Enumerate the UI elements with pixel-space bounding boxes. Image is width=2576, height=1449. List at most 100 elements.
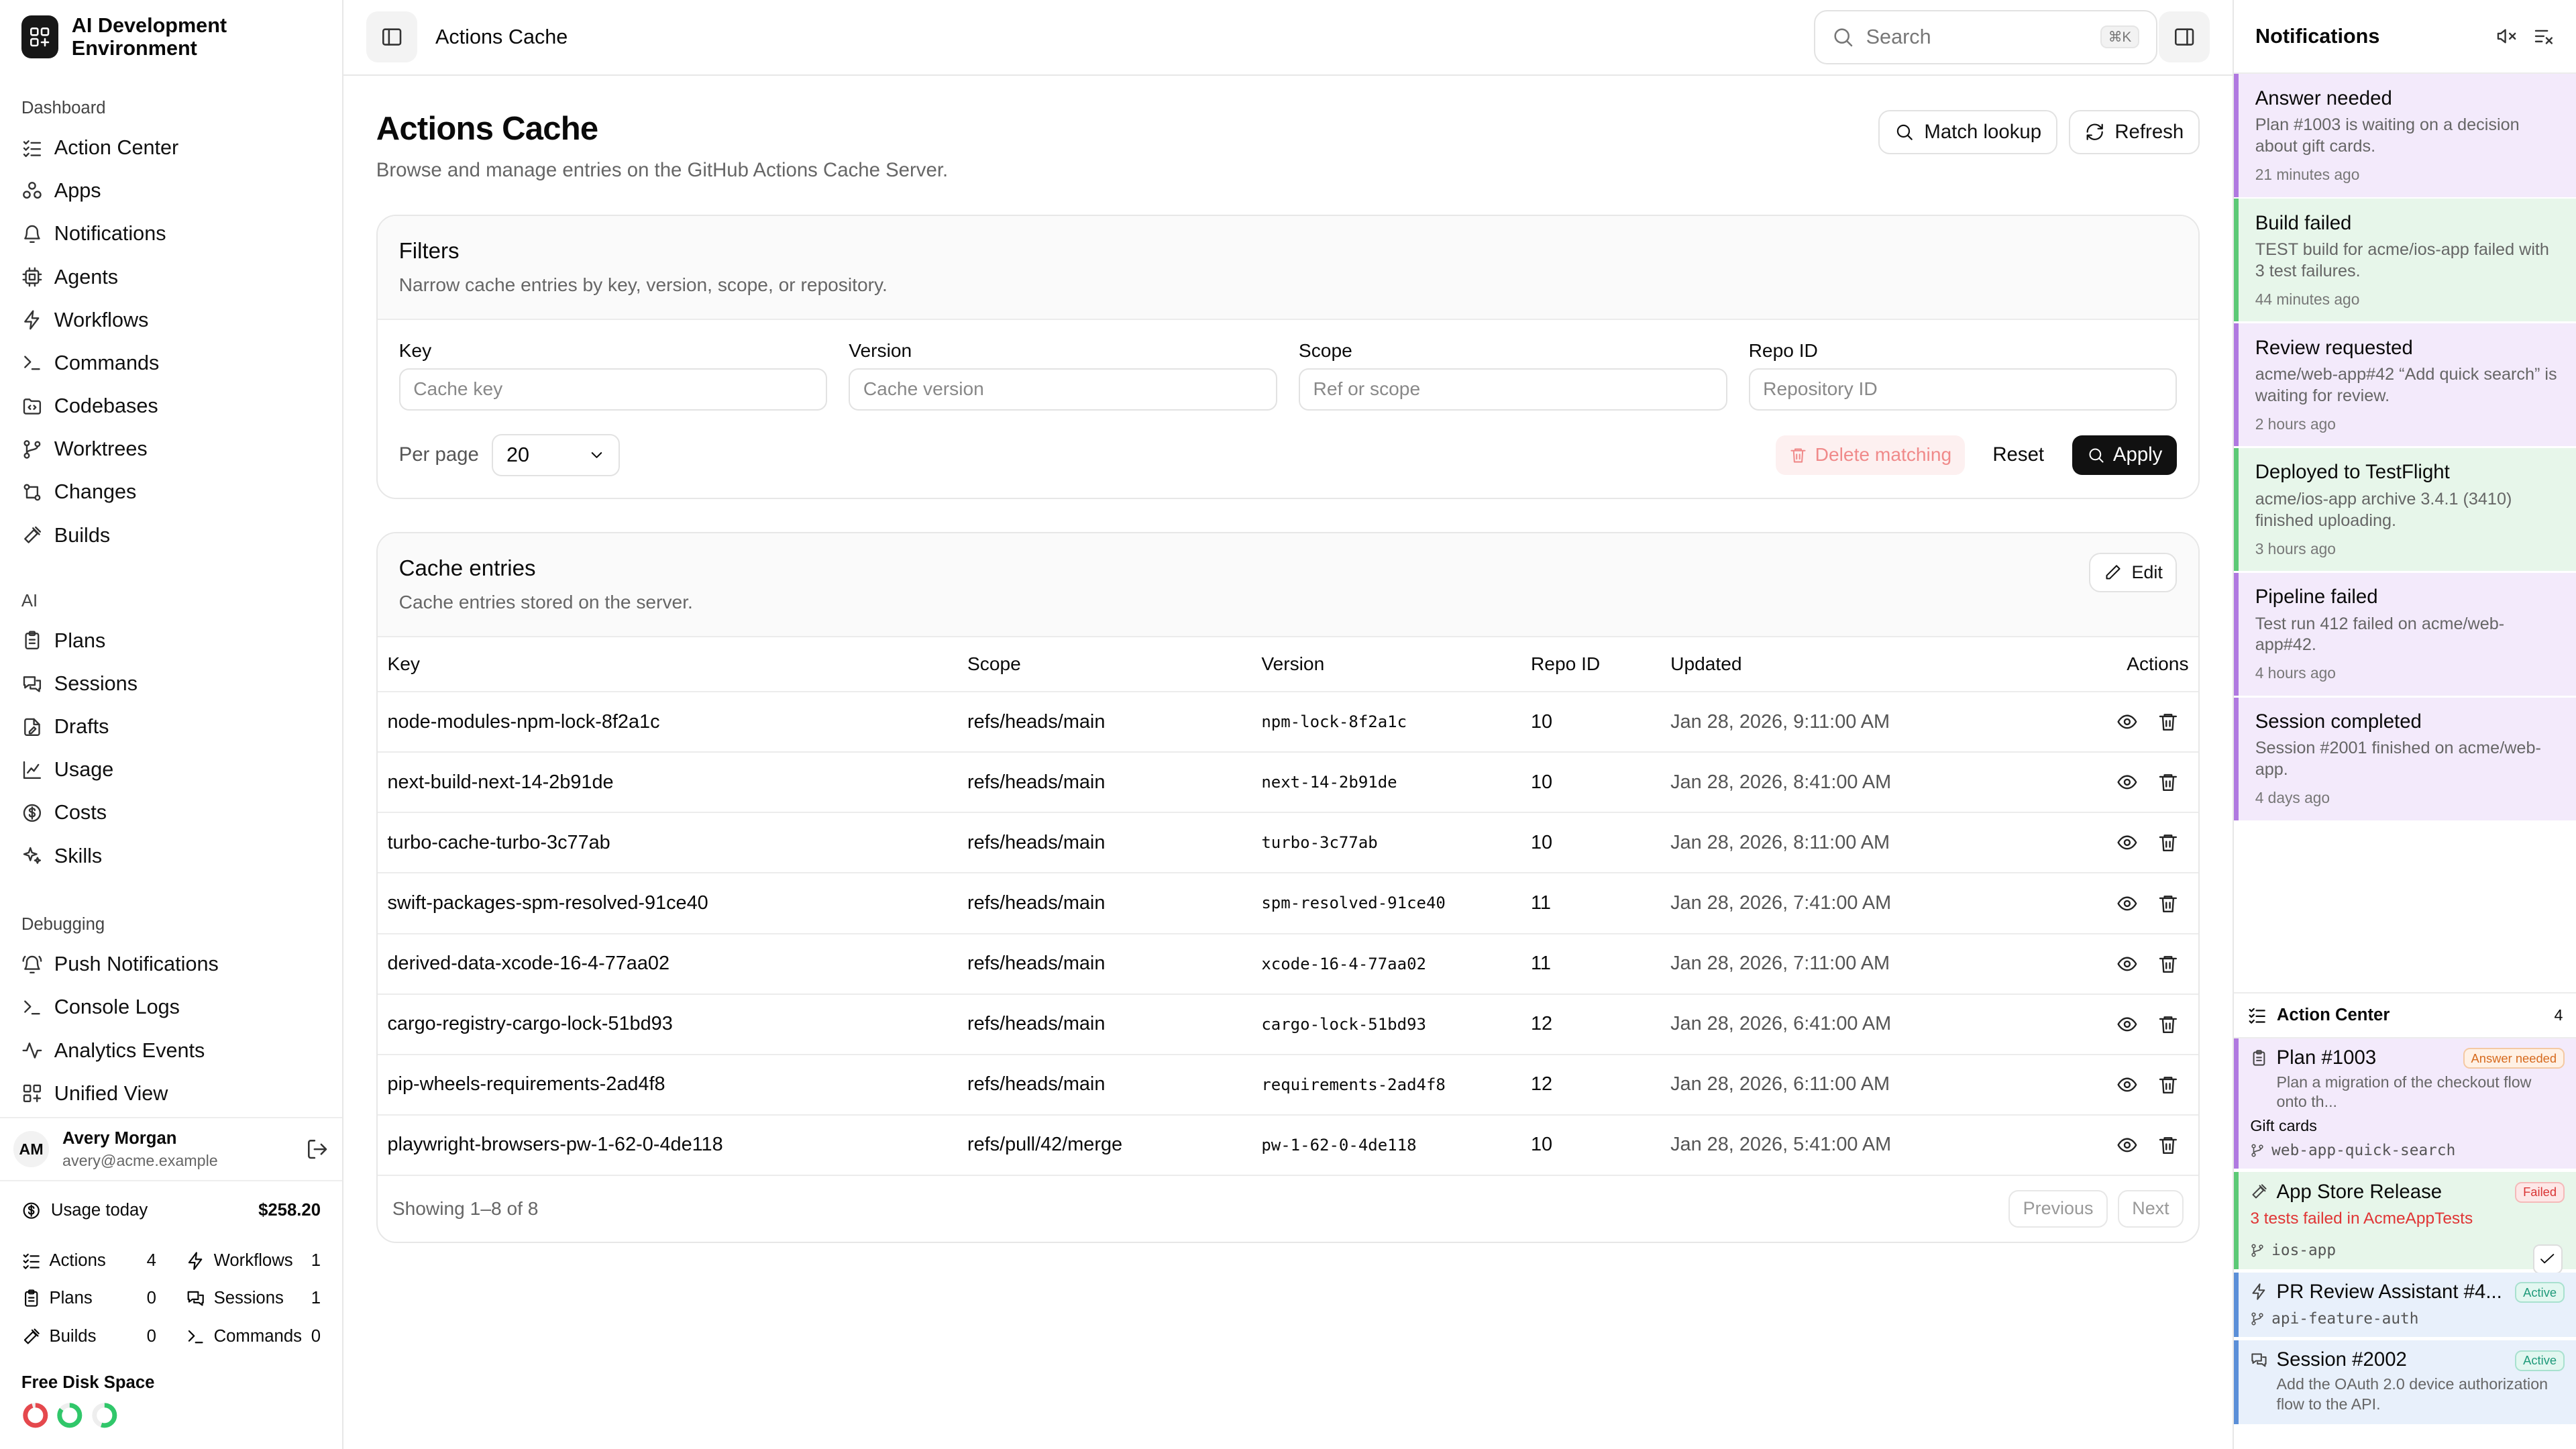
sidebar-item-usage[interactable]: Usage	[0, 749, 342, 792]
trash-icon[interactable]	[2157, 771, 2179, 793]
notification-time: 21 minutes ago	[2255, 166, 2360, 184]
view-icon[interactable]	[2116, 711, 2138, 733]
activity-icon	[21, 1040, 43, 1061]
brand[interactable]: AI Development Environment	[0, 0, 342, 74]
delete-matching-button[interactable]: Delete matching	[1775, 435, 1965, 475]
view-icon[interactable]	[2116, 1014, 2138, 1035]
sidebar-item-worktrees[interactable]: Worktrees	[0, 428, 342, 471]
toggle-sidebar-button[interactable]	[366, 11, 418, 63]
refresh-button[interactable]: Refresh	[2069, 110, 2200, 155]
bell-icon	[21, 223, 43, 245]
trash-icon[interactable]	[2157, 893, 2179, 914]
clipboard-icon	[2250, 1049, 2268, 1067]
sparkles-icon	[21, 845, 43, 867]
notification-review-requested[interactable]: Review requested acme/web-app#42 “Add qui…	[2234, 323, 2576, 447]
version-input[interactable]: Cache version	[849, 368, 1278, 411]
table-row[interactable]: cargo-registry-cargo-lock-51bd93 refs/hea…	[377, 994, 2199, 1055]
column-header-actions[interactable]: Actions	[2049, 637, 2199, 693]
notification-build-failed[interactable]: Build failed TEST build for acme/ios-app …	[2234, 199, 2576, 322]
scope-input[interactable]: Ref or scope	[1298, 368, 1727, 411]
sidebar-item-skills[interactable]: Skills	[0, 835, 342, 877]
notification-answer-needed[interactable]: Answer needed Plan #1003 is waiting on a …	[2234, 74, 2576, 197]
table-row[interactable]: playwright-browsers-pw-1-62-0-4de118 refs…	[377, 1114, 2199, 1176]
sidebar-item-notifications[interactable]: Notifications	[0, 213, 342, 256]
cell-updated: Jan 28, 2026, 9:11:00 AM	[1660, 692, 2050, 753]
notification-session-completed[interactable]: Session completed Session #2001 finished …	[2234, 697, 2576, 820]
sidebar-item-plans[interactable]: Plans	[0, 619, 342, 662]
repo-id-input[interactable]: Repository ID	[1748, 368, 2178, 411]
action-item-title: PR Review Assistant #4...	[2276, 1280, 2502, 1303]
user-profile[interactable]: AM Avery Morgan avery@acme.example	[0, 1117, 342, 1181]
acknowledge-button[interactable]	[2533, 1244, 2563, 1275]
view-icon[interactable]	[2116, 953, 2138, 975]
table-row[interactable]: derived-data-xcode-16-4-77aa02 refs/heads…	[377, 933, 2199, 995]
sidebar-item-drafts[interactable]: Drafts	[0, 706, 342, 749]
column-header-key[interactable]: Key	[377, 637, 958, 693]
column-header-repo-id[interactable]: Repo ID	[1521, 637, 1661, 693]
action-item-session[interactable]: Session #2002 Active Add the OAuth 2.0 d…	[2234, 1340, 2576, 1424]
sidebar-item-analytics-events[interactable]: Analytics Events	[0, 1029, 342, 1072]
table-row[interactable]: turbo-cache-turbo-3c77ab refs/heads/main t…	[377, 812, 2199, 874]
sidebar-item-workflows[interactable]: Workflows	[0, 299, 342, 341]
sidebar-item-push-notifications[interactable]: Push Notifications	[0, 943, 342, 986]
notification-deployed-to-testflight[interactable]: Deployed to TestFlight acme/ios-app archi…	[2234, 447, 2576, 572]
per-page-label: Per page	[398, 443, 479, 466]
column-header-updated[interactable]: Updated	[1660, 637, 2050, 693]
search-input[interactable]: Search ⌘K	[1813, 9, 2157, 64]
view-icon[interactable]	[2116, 1134, 2138, 1156]
action-item-plan[interactable]: Plan #1003 Answer needed Plan a migratio…	[2234, 1038, 2576, 1169]
key-input[interactable]: Cache key	[398, 368, 828, 411]
notification-pipeline-failed[interactable]: Pipeline failed Test run 412 failed on ac…	[2234, 572, 2576, 696]
table-row[interactable]: pip-wheels-requirements-2ad4f8 refs/heads…	[377, 1054, 2199, 1116]
sidebar-item-sessions[interactable]: Sessions	[0, 662, 342, 705]
sidebar-item-agents[interactable]: Agents	[0, 256, 342, 299]
filter-scope: Scope Ref or scope	[1298, 340, 1727, 411]
apply-button[interactable]: Apply	[2072, 435, 2178, 475]
sidebar-item-unified-view[interactable]: Unified View	[0, 1072, 342, 1115]
next-button[interactable]: Next	[2117, 1189, 2184, 1228]
trash-icon[interactable]	[2157, 953, 2179, 975]
trash-icon[interactable]	[2157, 1014, 2179, 1035]
reset-button[interactable]: Reset	[1978, 443, 2059, 466]
cell-version: pw-1-62-0-4de118	[1251, 1114, 1521, 1176]
view-icon[interactable]	[2116, 771, 2138, 793]
trash-icon[interactable]	[2157, 1134, 2179, 1156]
status-badge: Failed	[2515, 1182, 2565, 1203]
workflow-icon	[2250, 1283, 2268, 1301]
action-item-pr-review[interactable]: PR Review Assistant #4... Active api-fea…	[2234, 1272, 2576, 1338]
pencil-icon	[2104, 564, 2122, 582]
disk-ring	[56, 1401, 84, 1434]
trash-icon[interactable]	[2157, 1074, 2179, 1095]
sidebar-item-commands[interactable]: Commands	[0, 341, 342, 384]
toggle-panel-button[interactable]	[2159, 11, 2210, 63]
cell-version: cargo-lock-51bd93	[1251, 994, 1521, 1055]
table-row[interactable]: node-modules-npm-lock-8f2a1c refs/heads/m…	[377, 692, 2199, 753]
per-page-select[interactable]: 20	[492, 433, 621, 477]
clipboard-icon	[21, 630, 43, 651]
sidebar-item-changes[interactable]: Changes	[0, 471, 342, 514]
previous-button[interactable]: Previous	[2008, 1189, 2108, 1228]
view-icon[interactable]	[2116, 832, 2138, 853]
sidebar-item-codebases[interactable]: Codebases	[0, 384, 342, 427]
sidebar-item-action-center[interactable]: Action Center	[0, 127, 342, 170]
logout-icon[interactable]	[306, 1138, 329, 1161]
view-icon[interactable]	[2116, 893, 2138, 914]
page-title: Actions Cache	[376, 111, 598, 148]
clear-all-icon[interactable]	[2533, 25, 2555, 47]
table-row[interactable]: next-build-next-14-2b91de refs/heads/main…	[377, 752, 2199, 814]
sidebar-item-console-logs[interactable]: Console Logs	[0, 986, 342, 1029]
mute-icon[interactable]	[2496, 25, 2517, 47]
edit-button[interactable]: Edit	[2089, 553, 2178, 593]
cell-actions	[2049, 933, 2199, 995]
trash-icon[interactable]	[2157, 711, 2179, 733]
sidebar-item-costs[interactable]: Costs	[0, 792, 342, 835]
sidebar-item-builds[interactable]: Builds	[0, 514, 342, 557]
column-header-version[interactable]: Version	[1251, 637, 1521, 693]
match-lookup-button[interactable]: Match lookup	[1878, 110, 2058, 155]
view-icon[interactable]	[2116, 1074, 2138, 1095]
action-item-app-store-release[interactable]: App Store Release Failed 3 tests failed …	[2234, 1172, 2576, 1275]
trash-icon[interactable]	[2157, 832, 2179, 853]
column-header-scope[interactable]: Scope	[957, 637, 1252, 693]
sidebar-item-apps[interactable]: Apps	[0, 170, 342, 213]
table-row[interactable]: swift-packages-spm-resolved-91ce40 refs/h…	[377, 873, 2199, 934]
